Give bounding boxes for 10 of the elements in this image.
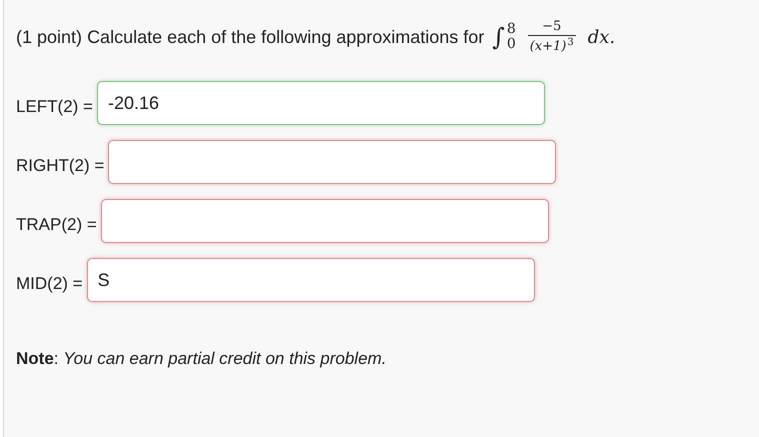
answer-label: LEFT(2) = bbox=[16, 96, 93, 118]
note-text: Note: You can earn partial credit on this problem. bbox=[16, 348, 388, 370]
answer-label: MID(2) = bbox=[16, 273, 83, 296]
question-text: (1 point) Calculate each of the following approximations for bbox=[16, 26, 484, 49]
answer-label: RIGHT(2) = bbox=[16, 155, 104, 178]
answer-field[interactable]: -20.16 bbox=[97, 81, 545, 125]
answer-label: TRAP(2) = bbox=[16, 214, 97, 236]
answer-field[interactable] bbox=[108, 140, 556, 184]
answer-field[interactable] bbox=[100, 199, 549, 243]
answer-field[interactable]: S bbox=[86, 258, 535, 302]
